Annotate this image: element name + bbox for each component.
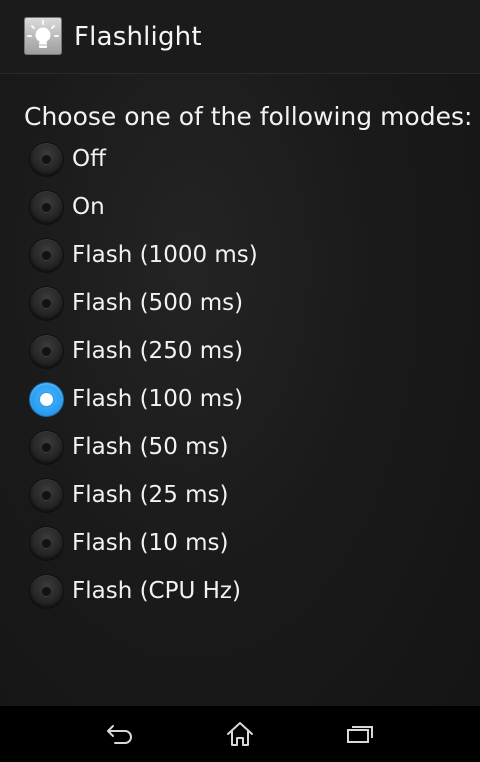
radio-button-checked[interactable]	[30, 382, 63, 416]
mode-option-label: Flash (50 ms)	[72, 434, 229, 460]
back-button[interactable]	[80, 706, 160, 762]
mode-prompt: Choose one of the following modes:	[24, 102, 473, 131]
radio-button-unchecked[interactable]	[30, 238, 63, 272]
mode-option-label: Flash (1000 ms)	[72, 242, 258, 268]
mode-option[interactable]: Flash (500 ms)	[30, 279, 470, 327]
radio-button-unchecked[interactable]	[30, 286, 63, 320]
radio-button-unchecked[interactable]	[30, 526, 63, 560]
mode-option[interactable]: Flash (25 ms)	[30, 471, 470, 519]
home-icon	[225, 721, 255, 747]
mode-radio-group: Off On Flash (1000 ms) Flash (500 ms) Flash …	[30, 135, 470, 615]
mode-option[interactable]: Off	[30, 135, 470, 183]
mode-option-label: Flash (100 ms)	[72, 386, 244, 412]
radio-button-unchecked[interactable]	[30, 478, 63, 512]
home-button[interactable]	[200, 706, 280, 762]
back-icon	[105, 723, 135, 745]
mode-option[interactable]: On	[30, 183, 470, 231]
mode-option-label: Flash (10 ms)	[72, 530, 229, 556]
radio-button-unchecked[interactable]	[30, 142, 63, 176]
lightbulb-icon	[24, 17, 62, 55]
recent-apps-button[interactable]	[320, 706, 400, 762]
mode-option[interactable]: Flash (250 ms)	[30, 327, 470, 375]
recent-apps-icon	[345, 723, 375, 745]
mode-option-label: Flash (250 ms)	[72, 338, 244, 364]
app-title: Flashlight	[74, 22, 202, 52]
mode-option-label: Flash (25 ms)	[72, 482, 229, 508]
mode-option-label: Flash (500 ms)	[72, 290, 244, 316]
navigation-bar	[0, 706, 480, 762]
mode-option-label: Off	[72, 146, 106, 172]
radio-button-unchecked[interactable]	[30, 430, 63, 464]
mode-option-label: On	[72, 194, 105, 220]
mode-option[interactable]: Flash (10 ms)	[30, 519, 470, 567]
mode-option[interactable]: Flash (1000 ms)	[30, 231, 470, 279]
radio-button-unchecked[interactable]	[30, 190, 63, 224]
mode-option[interactable]: Flash (CPU Hz)	[30, 567, 470, 615]
action-bar: Flashlight	[0, 0, 480, 74]
mode-option-label: Flash (CPU Hz)	[72, 578, 241, 604]
radio-button-unchecked[interactable]	[30, 574, 63, 608]
app-screen: Flashlight Choose one of the following m…	[0, 0, 480, 762]
mode-option[interactable]: Flash (100 ms)	[30, 375, 470, 423]
radio-button-unchecked[interactable]	[30, 334, 63, 368]
mode-option[interactable]: Flash (50 ms)	[30, 423, 470, 471]
